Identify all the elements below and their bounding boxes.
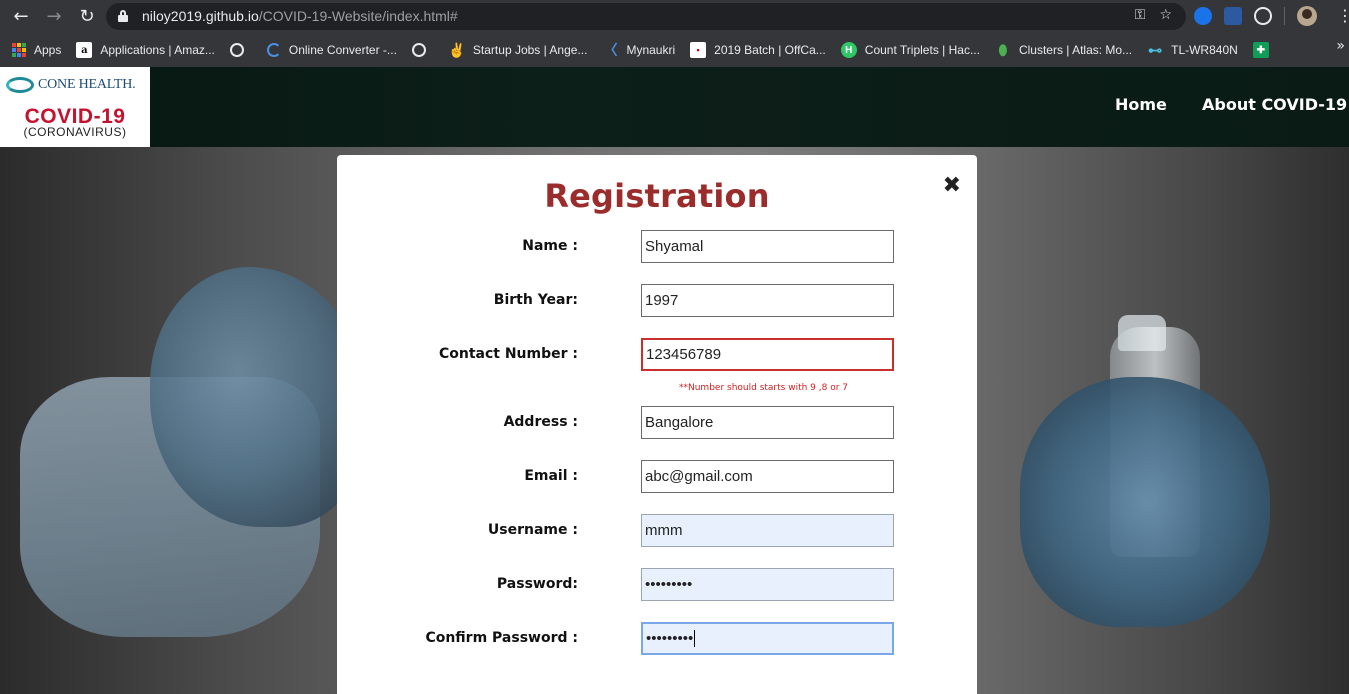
- name-input[interactable]: Shyamal: [641, 230, 894, 263]
- password-key-icon[interactable]: ⚿: [1135, 7, 1146, 23]
- bookmark-label: TL-WR840N: [1171, 43, 1238, 57]
- forward-arrow-icon: →: [46, 5, 62, 27]
- web-page: CONE HEALTH. COVID-19 (CORONAVIRUS) Home…: [0, 67, 1349, 694]
- amazon-icon: a: [76, 42, 93, 58]
- bookmark-mongodb-atlas[interactable]: ⬮ Clusters | Atlas: Mo...: [995, 38, 1133, 62]
- nav-about-covid-link[interactable]: About COVID-19: [1202, 95, 1347, 114]
- mynaukri-icon: 〈: [603, 42, 618, 58]
- bookmark-label: Startup Jobs | Ange...: [472, 43, 588, 57]
- email-input[interactable]: abc@gmail.com: [641, 460, 894, 493]
- extension-bluetooth-icon[interactable]: [1194, 7, 1212, 25]
- url-host: niloy2019.github.io: [142, 8, 259, 24]
- text-cursor: [694, 630, 696, 647]
- globe-icon: [229, 43, 244, 57]
- registration-modal: ✖ Registration Name : Shyamal Birth Year…: [337, 155, 977, 694]
- bookmark-hackerrank[interactable]: H Count Triplets | Hac...: [840, 38, 980, 62]
- address-input[interactable]: Bangalore: [641, 406, 894, 439]
- apps-grid-icon: [12, 43, 26, 57]
- address-bar[interactable]: niloy2019.github.io/COVID-19-Website/ind…: [106, 3, 1186, 30]
- cone-health-brand: CONE HEALTH.: [6, 77, 136, 93]
- extensions-area: [1194, 6, 1317, 26]
- offcampus-icon: ▪: [690, 42, 707, 58]
- reload-button[interactable]: ↻: [75, 4, 99, 28]
- bookmark-green-plus[interactable]: ✚: [1252, 38, 1277, 62]
- password-label: Password:: [496, 576, 578, 592]
- username-input[interactable]: mmm: [641, 514, 894, 547]
- confirm-password-label: Confirm Password :: [425, 630, 578, 646]
- browser-toolbar: ← → ↻ niloy2019.github.io/COVID-19-Websi…: [0, 0, 1349, 33]
- email-label: Email :: [524, 468, 578, 484]
- bookmark-label: Count Triplets | Hac...: [864, 43, 980, 57]
- right-glove-image: [1020, 377, 1270, 627]
- back-button[interactable]: ←: [9, 4, 33, 28]
- modal-title: Registration: [544, 177, 770, 215]
- bookmark-online-converter[interactable]: Online Converter -...: [266, 38, 397, 62]
- extension-react-icon[interactable]: [1254, 7, 1272, 25]
- url-text: niloy2019.github.io/COVID-19-Website/ind…: [142, 8, 458, 24]
- lock-icon: [118, 10, 128, 22]
- bookmark-label: Online Converter -...: [288, 43, 397, 57]
- bookmark-label: Mynaukri: [626, 43, 676, 57]
- nav-home-link[interactable]: Home: [1115, 95, 1167, 114]
- logo-subtitle: (CORONAVIRUS): [23, 125, 127, 139]
- bookmark-amazon[interactable]: a Applications | Amaz...: [76, 38, 215, 62]
- bookmark-tplink[interactable]: ⊷ TL-WR840N: [1147, 38, 1238, 62]
- green-plus-icon: ✚: [1252, 42, 1269, 58]
- birth-year-input[interactable]: 1997: [641, 284, 894, 317]
- username-label: Username :: [487, 522, 578, 538]
- contact-number-error: **Number should starts with 9 ,8 or 7: [679, 383, 848, 393]
- password-input[interactable]: •••••••••: [641, 568, 894, 601]
- bookmark-offcampus[interactable]: ▪ 2019 Batch | OffCa...: [690, 38, 826, 62]
- site-header: CONE HEALTH. COVID-19 (CORONAVIRUS) Home…: [0, 67, 1349, 147]
- converter-icon: [266, 43, 281, 57]
- confirm-password-input[interactable]: •••••••••: [641, 622, 894, 655]
- bookmark-label: Apps: [34, 43, 62, 57]
- forward-button[interactable]: →: [42, 4, 66, 28]
- browser-menu-icon[interactable]: ⋮: [1337, 6, 1349, 25]
- bookmark-angellist[interactable]: ✌ Startup Jobs | Ange...: [448, 38, 588, 62]
- bookmark-star-icon[interactable]: ☆: [1159, 7, 1172, 23]
- bookmarks-bar: Apps a Applications | Amaz... Online Con…: [0, 33, 1349, 67]
- birth-year-label: Birth Year:: [493, 292, 578, 308]
- hackerrank-icon: H: [840, 42, 857, 58]
- confirm-password-value: •••••••••: [646, 630, 694, 647]
- bookmark-apps[interactable]: Apps: [12, 38, 61, 62]
- cone-health-swirl-icon: [6, 77, 34, 93]
- bookmark-label: 2019 Batch | OffCa...: [714, 43, 826, 57]
- bookmark-mynaukri[interactable]: 〈 Mynaukri: [602, 38, 675, 62]
- site-logo[interactable]: CONE HEALTH. COVID-19 (CORONAVIRUS): [0, 67, 150, 147]
- name-label: Name :: [522, 238, 578, 254]
- url-path: /COVID-19-Website/index.html#: [258, 8, 458, 24]
- tplink-icon: ⊷: [1148, 41, 1163, 58]
- mongodb-leaf-icon: ⬮: [998, 41, 1008, 58]
- profile-avatar[interactable]: [1297, 6, 1317, 26]
- extension-tool-icon[interactable]: [1224, 7, 1242, 25]
- back-arrow-icon: ←: [13, 5, 29, 27]
- bookmarks-overflow-icon[interactable]: »: [1336, 38, 1345, 54]
- reload-icon: ↻: [79, 5, 95, 27]
- contact-number-label: Contact Number :: [438, 346, 578, 362]
- toolbar-divider: [1284, 7, 1285, 25]
- brand-name: CONE HEALTH.: [38, 77, 136, 92]
- bookmark-globe-1[interactable]: [229, 38, 252, 62]
- contact-number-input[interactable]: 123456789: [641, 338, 894, 371]
- globe-icon: [411, 43, 426, 57]
- bookmark-globe-2[interactable]: [411, 38, 434, 62]
- bookmark-label: Applications | Amaz...: [100, 43, 215, 57]
- bookmark-label: Clusters | Atlas: Mo...: [1018, 43, 1133, 57]
- address-label: Address :: [503, 414, 578, 430]
- angellist-icon: ✌: [448, 41, 466, 58]
